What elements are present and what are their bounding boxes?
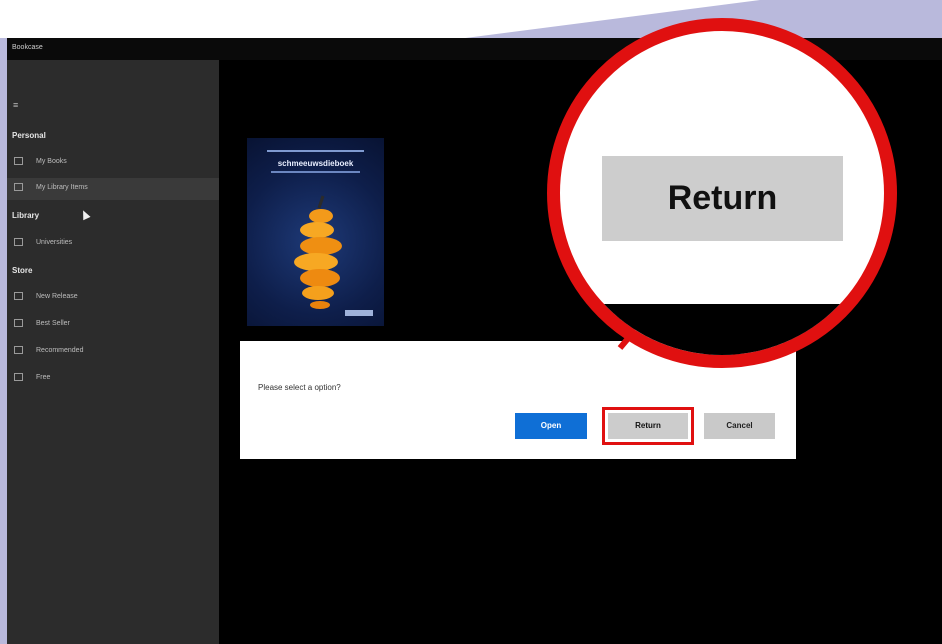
new-icon — [14, 292, 23, 300]
dialog-message: Please select a option? — [258, 383, 341, 392]
sidebar-item-my-library[interactable]: My Library Items — [7, 178, 219, 200]
slide-wedge — [450, 0, 942, 40]
sidebar: ≡ Personal My Books My Library Items Lib… — [7, 60, 219, 644]
tag-icon — [14, 373, 23, 381]
book-tagline-bar — [271, 171, 360, 173]
sidebar-item-label: Best Seller — [36, 320, 70, 327]
magnified-return-button: Return — [602, 156, 843, 241]
book-author-mark — [345, 310, 373, 316]
thumb-icon — [14, 346, 23, 354]
sidebar-item-label: New Release — [36, 293, 78, 300]
magnifier-callout: Return — [547, 18, 897, 368]
library-icon — [14, 183, 23, 191]
orange-illustration — [294, 195, 342, 309]
sidebar-item-label: My Library Items — [36, 184, 88, 191]
sidebar-item-free[interactable]: Free — [7, 368, 219, 390]
section-store: Store — [12, 266, 33, 275]
sidebar-item-my-books[interactable]: My Books — [7, 152, 219, 174]
book-cover[interactable]: schmeeuwsdieboek — [247, 138, 384, 326]
book-subtitle-bar — [267, 150, 364, 152]
cancel-button[interactable]: Cancel — [704, 413, 775, 439]
sidebar-item-best-seller[interactable]: Best Seller — [7, 314, 219, 336]
sidebar-item-label: Free — [36, 374, 51, 381]
sidebar-item-label: Recommended — [36, 347, 84, 354]
section-library: Library — [12, 211, 40, 220]
book-title: schmeeuwsdieboek — [277, 159, 354, 168]
window-title: Bookcase — [12, 44, 43, 51]
hamburger-menu-icon[interactable]: ≡ — [13, 100, 18, 110]
star-icon — [14, 319, 23, 327]
sidebar-item-label: My Books — [36, 158, 67, 165]
sidebar-item-recommended[interactable]: Recommended — [7, 341, 219, 363]
mouse-cursor-icon — [79, 208, 91, 221]
open-button[interactable]: Open — [515, 413, 587, 439]
sidebar-item-universities[interactable]: Universities — [7, 233, 219, 255]
section-personal: Personal — [12, 131, 46, 140]
sidebar-item-new-release[interactable]: New Release — [7, 287, 219, 309]
sidebar-item-label: Universities — [36, 239, 73, 246]
book-icon — [14, 157, 23, 165]
return-button[interactable]: Return — [602, 407, 694, 445]
university-icon — [14, 238, 23, 246]
